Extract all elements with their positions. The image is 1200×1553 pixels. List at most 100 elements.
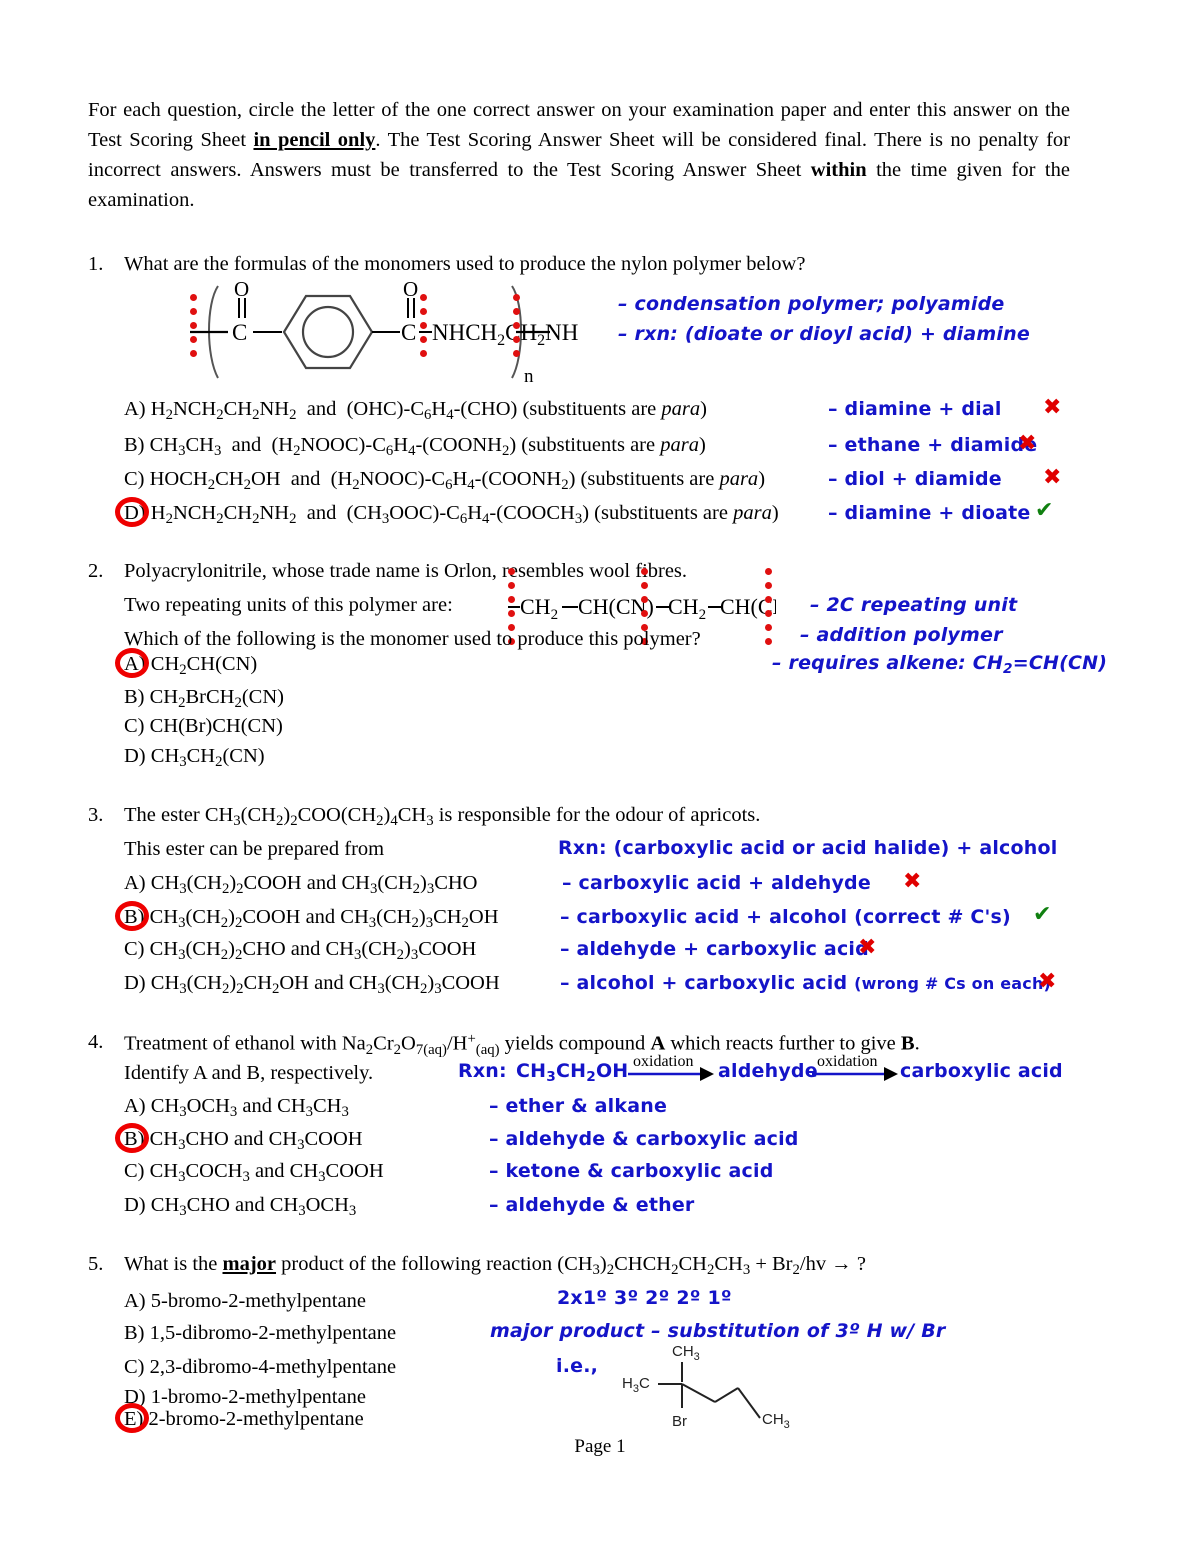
q5-option-b-letter: B) [124,1322,145,1344]
svg-text:NHCH2CH2NH: NHCH2CH2NH [432,320,578,349]
q5-option-a-letter: A) [124,1290,146,1312]
q2-annotation-3-text: – requires alkene: CH2=CH(CN) [772,652,1108,677]
q5-option-d[interactable]: D) 1-bromo-2-methylpentane [124,1386,366,1409]
q1-note-a: – diamine + dial [828,398,1002,420]
q2-option-b-text: CH2BrCH2(CN) [149,686,284,712]
repeat-unit-marker-right [513,294,520,364]
q2-option-a[interactable]: A) CH2CH(CN) [124,653,257,679]
q3-note-d-main: – alcohol + carboxylic acid [560,972,855,994]
q2-option-d[interactable]: D) CH3CH2(CN) [124,745,265,771]
q1-option-d[interactable]: D) H2NCH2CH2NH2 and (CH3OOC)-C6H4-(COOCH… [124,502,779,528]
svg-text:C: C [401,320,416,345]
q3-mark-b-correct-icon: ✔ [1033,902,1052,927]
struct-bottom-label: Br [672,1413,687,1430]
q2-option-b[interactable]: B) CH2BrCH2(CN) [124,686,284,712]
svg-text:CH2: CH2 [668,594,706,623]
arrow1-label-text: oxidation [633,1053,693,1070]
q3-note-b: – carboxylic acid + alcohol (correct # C… [560,906,1011,928]
q4-reaction-middle: aldehyde [718,1060,818,1082]
q3-option-c-text: CH3(CH2)2CHO and CH3(CH2)3COOH [149,938,477,964]
q3-option-a-text: CH3(CH2)2COOH and CH3(CH2)3CHO [150,872,478,898]
q5-option-b-text: 1,5-dibromo-2-methylpentane [149,1322,397,1344]
q3-option-c[interactable]: C) CH3(CH2)2CHO and CH3(CH2)3COOH [124,938,476,964]
q1-option-a[interactable]: A) H2NCH2CH2NH2 and (OHC)-C6H4-(CHO) (su… [124,398,707,424]
q1-mark-c-wrong-icon: ✖ [1043,465,1062,490]
q3-option-d-text: CH3(CH2)2CH2OH and CH3(CH2)3COOH [150,972,500,998]
instructions-emphasis-within: within [810,159,867,181]
q5-option-c[interactable]: C) 2,3-dibromo-4-methylpentane [124,1356,396,1379]
svg-text:O: O [234,278,249,301]
q4-note-b: – aldehyde & carboxylic acid [489,1128,799,1150]
q2-option-a-text: CH2CH(CN) [150,653,258,679]
q3-option-b[interactable]: B) CH3(CH2)2COOH and CH3(CH2)3CH2OH [124,906,499,932]
q2-option-b-letter: B) [124,686,145,708]
struct-left-label: H3C [622,1375,650,1395]
q1-option-c-text: HOCH2CH2OH and (H2NOOC)-C6H4-(COONH2) (s… [149,468,766,494]
question-3-number: 3. [88,804,104,826]
svg-text:n: n [524,366,534,386]
q3-mark-d-wrong-icon: ✖ [1038,969,1057,994]
q1-option-b[interactable]: B) CH3CH3 and (H2NOOC)-C6H4-(COONH2) (su… [124,434,706,460]
q5-option-d-text: 1-bromo-2-methylpentane [150,1386,366,1408]
instructions-emphasis-pencil: in pencil only [253,129,376,151]
q3-option-b-text: CH3(CH2)2COOH and CH3(CH2)3CH2OH [149,906,499,932]
q3-option-d[interactable]: D) CH3(CH2)2CH2OH and CH3(CH2)3COOH [124,972,500,998]
q1-note-b: – ethane + diamide [828,434,1038,456]
q3-note-d: – alcohol + carboxylic acid (wrong # Cs … [560,972,1051,994]
q3-note-c: – aldehyde + carboxylic acid [560,938,869,960]
q1-option-a-letter: A) [124,398,146,420]
q2-option-a-letter: A) [124,653,146,675]
q5-annotation-major: major product – substitution of 3º H w/ … [490,1320,946,1342]
q4-note-a: – ether & alkane [489,1095,668,1117]
struct-right-label: CH3 [762,1411,790,1431]
q4-arrow-2: oxidation [812,1052,898,1086]
q2-annotation-2: – addition polymer [800,624,1003,646]
q4-option-d[interactable]: D) CH3CHO and CH3OCH3 [124,1194,356,1220]
q4-option-a-text: CH3OCH3 and CH3CH3 [150,1095,349,1121]
q2-option-c[interactable]: C) CH(Br)CH(CN) [124,715,283,738]
q3-option-a[interactable]: A) CH3(CH2)2COOH and CH3(CH2)3CHO [124,872,478,898]
q3-header-annotation: Rxn: (carboxylic acid or acid halide) + … [558,837,1058,859]
q1-option-b-letter: B) [124,434,145,456]
q4-reaction-label: Rxn: [458,1060,507,1082]
q1-option-b-text: CH3CH3 and (H2NOOC)-C6H4-(COONH2) (subst… [149,434,706,460]
q4-option-a-letter: A) [124,1095,146,1117]
arrow2-label-text: oxidation [817,1053,877,1070]
q5-annotation-ie: i.e., [556,1355,599,1377]
q4-option-b[interactable]: B) CH3CHO and CH3COOH [124,1128,363,1154]
q4-note-d: – aldehyde & ether [489,1194,695,1216]
q4-option-c[interactable]: C) CH3COCH3 and CH3COOH [124,1160,384,1186]
q4-reaction-end: carboxylic acid [900,1060,1063,1082]
q3-option-c-letter: C) [124,938,145,960]
q1-option-d-letter: D) [124,502,146,524]
q1-mark-b-wrong-icon: ✖ [1018,431,1037,456]
question-2-number: 2. [88,560,104,582]
q4-option-c-text: CH3COCH3 and CH3COOH [149,1160,384,1186]
q5-option-e[interactable]: E) 2-bromo-2-methylpentane [124,1408,364,1431]
q1-mark-d-correct-icon: ✔ [1035,498,1054,523]
question-2-line2-prefix: Two repeating units of this polymer are: [124,594,453,616]
q4-option-b-letter: B) [124,1128,145,1150]
instructions-paragraph: For each question, circle the letter of … [88,95,1070,215]
q5-option-a[interactable]: A) 5-bromo-2-methylpentane [124,1290,366,1313]
q4-option-a[interactable]: A) CH3OCH3 and CH3CH3 [124,1095,349,1121]
q1-note-c: – diol + diamide [828,468,1002,490]
q5-option-e-letter: E) [124,1408,144,1430]
q2-option-c-text: CH(Br)CH(CN) [149,715,283,737]
q1-option-c[interactable]: C) HOCH2CH2OH and (H2NOOC)-C6H4-(COONH2)… [124,468,765,494]
q3-mark-a-wrong-icon: ✖ [903,869,922,894]
q3-option-b-letter: B) [124,906,145,928]
q4-note-c: – ketone & carboxylic acid [489,1160,774,1182]
svg-text:CH2: CH2 [520,594,558,623]
q4-option-b-text: CH3CHO and CH3COOH [149,1128,363,1154]
q5-option-b[interactable]: B) 1,5-dibromo-2-methylpentane [124,1322,396,1345]
question-1-number: 1. [88,253,104,275]
q3-note-a: – carboxylic acid + aldehyde [562,872,871,894]
q4-option-d-letter: D) [124,1194,146,1216]
q5-product-structure: CH3 H3C Br CH3 [620,1340,800,1440]
question-5-prompt: What is the major product of the followi… [124,1253,866,1279]
question-3-line2: This ester can be prepared from [124,838,385,860]
q5-option-a-text: 5-bromo-2-methylpentane [150,1290,366,1312]
question-2-line3: Which of the following is the monomer us… [124,628,701,650]
q3-option-d-letter: D) [124,972,146,994]
